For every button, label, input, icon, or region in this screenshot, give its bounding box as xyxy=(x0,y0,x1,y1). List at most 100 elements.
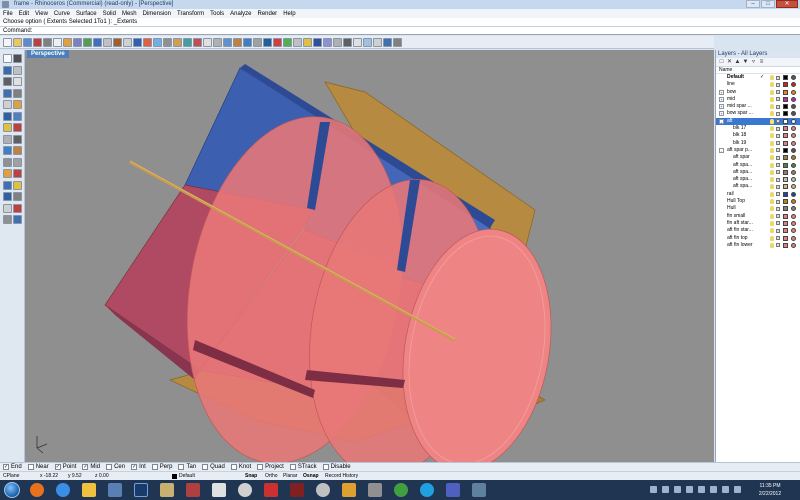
osnap-project[interactable]: Project xyxy=(257,464,284,470)
toolbar-tool-14-icon[interactable] xyxy=(133,37,142,47)
layer-lock-icon[interactable] xyxy=(776,111,780,116)
osnap-knot[interactable]: Knot xyxy=(230,464,251,470)
layer-expand-toggle[interactable]: - xyxy=(719,147,724,153)
layer-row[interactable]: Hull Top xyxy=(716,198,800,205)
app-icon-2[interactable] xyxy=(212,483,226,497)
palette-tool-17-icon[interactable] xyxy=(3,146,12,155)
layer-visibility-bulb-icon[interactable] xyxy=(770,213,774,219)
layer-row[interactable]: + bow spar ... xyxy=(716,110,800,117)
toolbar-tool-25-icon[interactable] xyxy=(243,37,252,47)
palette-tool-23-icon[interactable] xyxy=(3,180,12,190)
palette-tool-13-icon[interactable] xyxy=(3,123,12,132)
layer-lock-icon[interactable] xyxy=(776,82,780,87)
palette-tool-25-icon[interactable] xyxy=(3,192,12,201)
layer-visibility-bulb-icon[interactable] xyxy=(770,133,774,139)
layer-material-icon[interactable] xyxy=(791,133,796,139)
layer-lock-icon[interactable] xyxy=(776,177,780,182)
layer-material-icon[interactable] xyxy=(791,235,796,241)
layer-color-swatch[interactable] xyxy=(783,126,788,132)
palette-tool-29-icon[interactable] xyxy=(3,215,12,224)
tray-icon-5[interactable] xyxy=(698,486,705,493)
start-button[interactable] xyxy=(4,482,20,498)
menu-render[interactable]: Render xyxy=(258,11,278,17)
osnap-checkbox[interactable] xyxy=(322,464,329,470)
layer-lock-icon[interactable] xyxy=(776,90,780,95)
tray-icon-2[interactable] xyxy=(662,486,669,493)
tray-icon-1[interactable] xyxy=(650,486,657,493)
layer-row[interactable]: - aft xyxy=(716,117,800,126)
layer-lock-icon[interactable] xyxy=(776,206,780,211)
layer-color-swatch[interactable] xyxy=(783,75,788,80)
layer-color-swatch[interactable] xyxy=(783,184,788,190)
menu-surface[interactable]: Surface xyxy=(76,11,97,17)
layer-color-swatch[interactable] xyxy=(783,89,788,95)
toolbar-tool-36-icon[interactable] xyxy=(353,37,362,47)
menu-transform[interactable]: Transform xyxy=(177,11,204,17)
menu-curve[interactable]: Curve xyxy=(54,11,70,17)
toolbar-tool-10-icon[interactable] xyxy=(93,37,102,47)
layer-row[interactable]: + mid xyxy=(716,96,800,103)
clock[interactable]: 11:35 PM 2/22/2012 xyxy=(750,482,790,498)
toolbar-tool-4-icon[interactable] xyxy=(33,37,42,47)
layer-material-icon[interactable] xyxy=(791,206,796,212)
explorer-icon[interactable] xyxy=(82,483,96,497)
app-icon-5[interactable] xyxy=(290,483,304,497)
layer-material-icon[interactable] xyxy=(791,242,796,248)
menu-file[interactable]: File xyxy=(3,11,13,17)
layer-row[interactable]: + mid spar ... xyxy=(716,103,800,110)
layer-material-icon[interactable] xyxy=(791,169,796,175)
menu-view[interactable]: View xyxy=(35,11,48,17)
palette-tool-19-icon[interactable] xyxy=(3,157,12,167)
toolbar-tool-5-icon[interactable] xyxy=(43,37,52,47)
toolbar-tool-15-icon[interactable] xyxy=(143,37,152,47)
toolbar-tool-26-icon[interactable] xyxy=(253,37,262,47)
toolbar-tool-9-icon[interactable] xyxy=(83,37,92,47)
palette-tool-18-icon[interactable] xyxy=(13,146,22,155)
layer-lock-icon[interactable] xyxy=(776,184,780,189)
palette-tool-26-icon[interactable] xyxy=(13,192,22,201)
volume-icon[interactable] xyxy=(734,486,741,493)
layer-row[interactable]: fin aft star... xyxy=(716,220,800,227)
layer-color-swatch[interactable] xyxy=(783,133,788,139)
layer-color-swatch[interactable] xyxy=(783,242,788,248)
layer-color-swatch[interactable] xyxy=(783,213,788,219)
layer-visibility-bulb-icon[interactable] xyxy=(770,140,774,146)
layer-lock-icon[interactable] xyxy=(776,243,780,248)
palette-tool-21-icon[interactable] xyxy=(3,169,12,178)
osnap-checkbox[interactable]: ✓ xyxy=(3,464,9,470)
layer-material-icon[interactable] xyxy=(791,75,796,80)
toolbar-tool-16-icon[interactable] xyxy=(153,37,162,47)
layer-color-swatch[interactable] xyxy=(783,191,788,197)
layer-color-swatch[interactable] xyxy=(783,228,788,234)
palette-tool-1-icon[interactable] xyxy=(3,54,12,63)
menu-tools[interactable]: Tools xyxy=(210,11,224,17)
layer-expand-toggle[interactable]: + xyxy=(719,89,724,95)
osnap-point[interactable]: ✓ Point xyxy=(54,464,76,470)
layer-visibility-bulb-icon[interactable] xyxy=(770,111,774,117)
tray-icon-7[interactable] xyxy=(722,486,729,493)
layer-lock-icon[interactable] xyxy=(776,75,780,80)
layer-row[interactable]: aft fin lower xyxy=(716,242,800,249)
layer-options-icon[interactable]: ≡ xyxy=(758,59,765,66)
layer-row[interactable]: Hull xyxy=(716,205,800,212)
app-icon-9[interactable] xyxy=(446,483,460,497)
layer-lock-icon[interactable] xyxy=(776,221,780,226)
layer-row[interactable]: + bow xyxy=(716,89,800,96)
layer-lock-icon[interactable] xyxy=(776,192,780,197)
palette-tool-5-icon[interactable] xyxy=(3,77,12,86)
layer-row[interactable]: aft fin star... xyxy=(716,227,800,234)
layer-lock-icon[interactable] xyxy=(776,104,780,109)
layer-lock-icon[interactable] xyxy=(776,214,780,219)
layer-material-icon[interactable] xyxy=(791,191,796,197)
ie-icon[interactable] xyxy=(56,483,70,497)
toolbar-tool-34-icon[interactable] xyxy=(333,37,342,47)
layer-color-swatch[interactable] xyxy=(783,199,788,205)
layer-material-icon[interactable] xyxy=(791,82,796,88)
app-icon-6[interactable] xyxy=(342,483,356,497)
toolbar-tool-17-icon[interactable] xyxy=(163,37,172,47)
osnap-quad[interactable]: Quad xyxy=(202,464,225,470)
layer-material-icon[interactable] xyxy=(791,147,796,153)
layer-material-icon[interactable] xyxy=(791,111,796,117)
layer-visibility-bulb-icon[interactable] xyxy=(770,191,774,197)
layer-color-swatch[interactable] xyxy=(783,169,788,175)
